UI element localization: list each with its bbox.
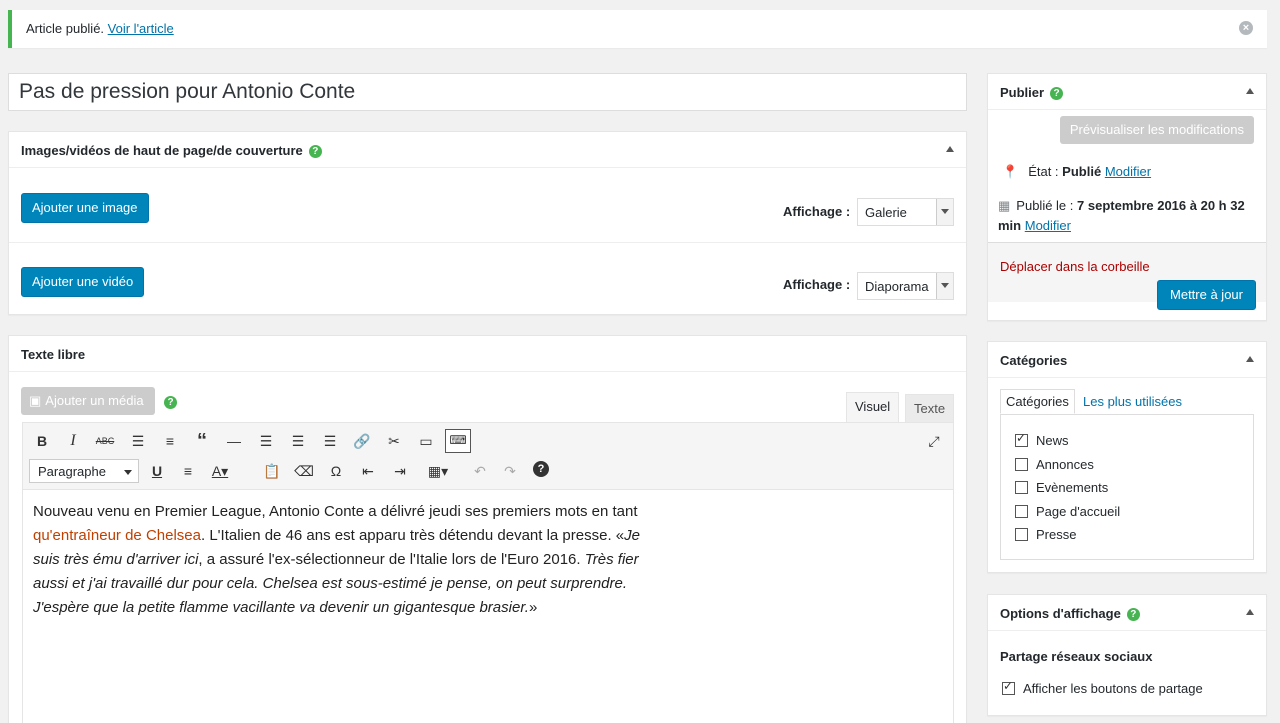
help-icon[interactable]: ? [308, 145, 322, 158]
cover-media-title: Images/vidéos de haut de page/de couvert… [21, 143, 322, 158]
categories-box: Catégories Catégories Les plus utilisées… [987, 341, 1267, 573]
collapse-arrow-icon[interactable] [1246, 88, 1254, 94]
chevron-down-icon [936, 199, 953, 225]
collapse-arrow-icon[interactable] [946, 146, 954, 152]
view-article-link[interactable]: Voir l'article [108, 21, 174, 36]
unlink-icon[interactable]: ✂ [383, 431, 405, 451]
social-share-section: Partage réseaux sociaux [1000, 649, 1153, 664]
category-list: News Annonces Evènements Page d'accueil … [1000, 414, 1254, 560]
checkbox[interactable] [1015, 481, 1028, 494]
share-buttons-option[interactable]: Afficher les boutons de partage [1002, 679, 1203, 696]
calendar-icon: ▦ [998, 198, 1011, 213]
post-title-input[interactable]: Pas de pression pour Antonio Conte [8, 73, 967, 111]
publish-header[interactable]: Publier? [988, 74, 1266, 110]
checkbox[interactable] [1015, 458, 1028, 471]
add-video-button[interactable]: Ajouter une vidéo [21, 267, 145, 297]
help-icon[interactable]: ? [164, 396, 177, 409]
align-right-icon[interactable]: ☰ [319, 431, 341, 451]
bold-icon[interactable]: B [31, 431, 53, 451]
free-text-title: Texte libre [21, 347, 86, 362]
align-center-icon[interactable]: ☰ [287, 431, 309, 451]
cover-media-box: Images/vidéos de haut de page/de couvert… [8, 131, 967, 315]
tab-all-categories[interactable]: Catégories [1000, 389, 1075, 414]
fullscreen-icon[interactable]: ⤢ [923, 431, 945, 451]
redo-icon[interactable]: ↷ [499, 461, 521, 481]
undo-icon[interactable]: ↶ [469, 461, 491, 481]
help-icon[interactable]: ? [533, 461, 549, 477]
free-text-header: Texte libre [9, 336, 966, 372]
editor-toolbar: B I ABC ☰ ≡ “ — ☰ ☰ ☰ 🔗 ✂ ▭ ⌨ ⤢ Paragrap… [22, 422, 954, 490]
display-options-title: Options d'affichage? [1000, 606, 1140, 621]
blockquote-icon[interactable]: “ [191, 431, 213, 451]
category-item-annonces[interactable]: Annonces [1015, 457, 1094, 472]
text-color-icon[interactable]: A▾ [209, 461, 231, 481]
tab-visual[interactable]: Visuel [846, 392, 900, 422]
link-icon[interactable]: 🔗 [351, 431, 373, 451]
edit-date-link[interactable]: Modifier [1025, 218, 1071, 233]
collapse-arrow-icon[interactable] [1246, 609, 1254, 615]
publish-box: Publier? Prévisualiser les modifications… [987, 73, 1267, 321]
checkbox[interactable] [1002, 679, 1015, 695]
move-to-trash-link[interactable]: Déplacer dans la corbeille [1000, 259, 1150, 274]
dismiss-icon[interactable]: × [1239, 21, 1253, 35]
justify-icon[interactable]: ≡ [177, 461, 199, 481]
format-select[interactable]: Paragraphe [29, 459, 139, 483]
content-paragraph: Nouveau venu en Premier League, Antonio … [33, 503, 640, 616]
strikethrough-icon[interactable]: ABC [94, 431, 116, 451]
tab-text[interactable]: Texte [905, 394, 955, 424]
chelsea-link[interactable]: qu'entraîneur de Chelsea [33, 527, 201, 544]
display-options-box: Options d'affichage? Partage réseaux soc… [987, 594, 1267, 716]
cover-media-header[interactable]: Images/vidéos de haut de page/de couvert… [9, 132, 966, 168]
display-options-header[interactable]: Options d'affichage? [988, 595, 1266, 631]
publish-title: Publier? [1000, 85, 1064, 100]
collapse-arrow-icon[interactable] [1246, 356, 1254, 362]
category-item-presse[interactable]: Presse [1015, 527, 1076, 542]
content-editor[interactable]: Nouveau venu en Premier League, Antonio … [22, 489, 954, 723]
media-icon: ▣ [29, 393, 42, 408]
clear-formatting-icon[interactable]: ⌫ [293, 461, 315, 481]
help-icon[interactable]: ? [1050, 87, 1064, 100]
published-date-row: ▦ Publié le : 7 septembre 2016 à 20 h 32 … [998, 198, 1245, 233]
checkbox[interactable] [1015, 431, 1028, 447]
category-item-news[interactable]: News [1015, 431, 1069, 448]
success-notice: Article publié. Voir l'article × [8, 10, 1267, 48]
add-media-button[interactable]: ▣ Ajouter un média [21, 387, 155, 415]
checkbox[interactable] [1015, 528, 1028, 541]
categories-title: Catégories [1000, 353, 1068, 368]
special-character-icon[interactable]: Ω [325, 461, 347, 481]
tab-most-used[interactable]: Les plus utilisées [1083, 394, 1182, 409]
help-icon[interactable]: ? [1126, 608, 1140, 621]
categories-header[interactable]: Catégories [988, 342, 1266, 378]
pin-icon: 📍 [1002, 164, 1019, 179]
update-button[interactable]: Mettre à jour [1157, 280, 1256, 310]
outdent-icon[interactable]: ⇤ [357, 461, 379, 481]
status-row: 📍 État : Publié Modifier [1002, 164, 1152, 179]
chevron-down-icon [936, 273, 953, 299]
chevron-down-icon [124, 470, 132, 475]
underline-icon[interactable]: U [146, 461, 168, 481]
read-more-icon[interactable]: ▭ [415, 431, 437, 451]
horizontal-line-icon[interactable]: — [223, 431, 245, 451]
toolbar-toggle-icon[interactable]: ⌨ [445, 429, 471, 453]
edit-status-link[interactable]: Modifier [1105, 164, 1151, 179]
align-left-icon[interactable]: ☰ [255, 431, 277, 451]
italic-icon[interactable]: I [62, 431, 84, 451]
checkbox[interactable] [1015, 505, 1028, 518]
table-icon[interactable]: ▦▾ [421, 461, 455, 481]
preview-changes-button[interactable]: Prévisualiser les modifications [1059, 116, 1254, 144]
notice-message: Article publié. Voir l'article [26, 21, 174, 36]
divider [9, 242, 966, 243]
display-label: Affichage : [783, 204, 851, 219]
numbered-list-icon[interactable]: ≡ [159, 431, 181, 451]
paste-text-icon[interactable]: 📋 [261, 461, 283, 481]
category-item-evenements[interactable]: Evènements [1015, 480, 1108, 495]
indent-icon[interactable]: ⇥ [389, 461, 411, 481]
bullet-list-icon[interactable]: ☰ [127, 431, 149, 451]
display-label: Affichage : [783, 277, 851, 292]
image-display-select[interactable]: Galerie [857, 198, 954, 226]
add-image-button[interactable]: Ajouter une image [21, 193, 149, 223]
category-item-page-accueil[interactable]: Page d'accueil [1015, 504, 1120, 519]
video-display-select[interactable]: Diaporama [857, 272, 954, 300]
